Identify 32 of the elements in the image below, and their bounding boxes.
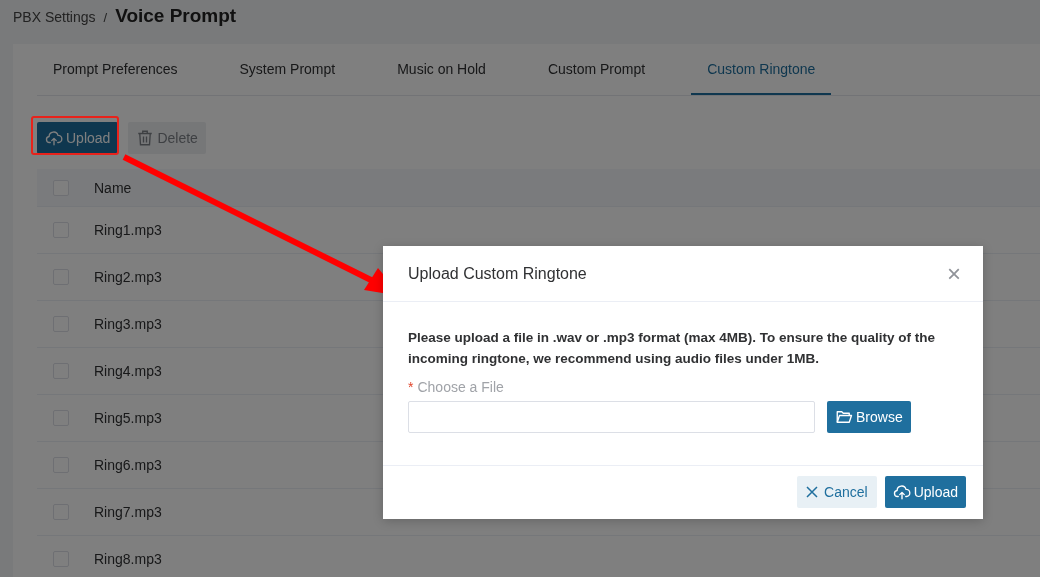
- folder-icon: [835, 408, 853, 426]
- instruction-text: Please upload a file in .wav or .mp3 format (max 4MB). To ensure the quality of the incoming ringtone, we recommend using audio files under 1MB.: [408, 329, 937, 368]
- field-label: Choose a File: [417, 379, 504, 395]
- close-button[interactable]: ×: [947, 261, 961, 286]
- tab[interactable]: Custom Prompt: [531, 44, 662, 95]
- file-name: Ring2.mp3: [94, 269, 162, 285]
- upload-button[interactable]: Upload: [37, 122, 119, 154]
- file-name: Ring3.mp3: [94, 316, 162, 332]
- breadcrumb-separator: /: [103, 10, 108, 25]
- trash-icon: [136, 129, 155, 147]
- tab[interactable]: System Prompt: [223, 44, 352, 95]
- file-name: Ring1.mp3: [94, 222, 162, 238]
- column-header: Name: [94, 179, 132, 196]
- upload-icon: [45, 129, 63, 147]
- upload-button[interactable]: Upload: [884, 476, 966, 508]
- tab[interactable]: Prompt Preferences: [37, 44, 194, 95]
- required-mark: *: [408, 379, 414, 395]
- file-name: Ring4.mp3: [94, 363, 162, 379]
- breadcrumb-link[interactable]: PBX Settings: [13, 9, 96, 25]
- tab[interactable]: Music on Hold: [381, 44, 502, 95]
- file-name: Ring6.mp3: [94, 457, 162, 473]
- file-input-field[interactable]: [408, 401, 815, 433]
- file-name: Ring8.mp3: [94, 551, 162, 567]
- close-icon: [806, 486, 819, 498]
- file-name: Ring7.mp3: [94, 504, 162, 520]
- page-title: Voice Prompt: [115, 5, 237, 27]
- tab[interactable]: Custom Ringtone: [691, 44, 832, 95]
- upload-icon: [892, 483, 911, 501]
- cancel-button[interactable]: Cancel: [797, 476, 877, 508]
- dialog-title: Upload Custom Ringtone: [408, 264, 587, 283]
- browse-button[interactable]: Browse: [827, 401, 911, 433]
- file-name: Ring5.mp3: [94, 410, 162, 426]
